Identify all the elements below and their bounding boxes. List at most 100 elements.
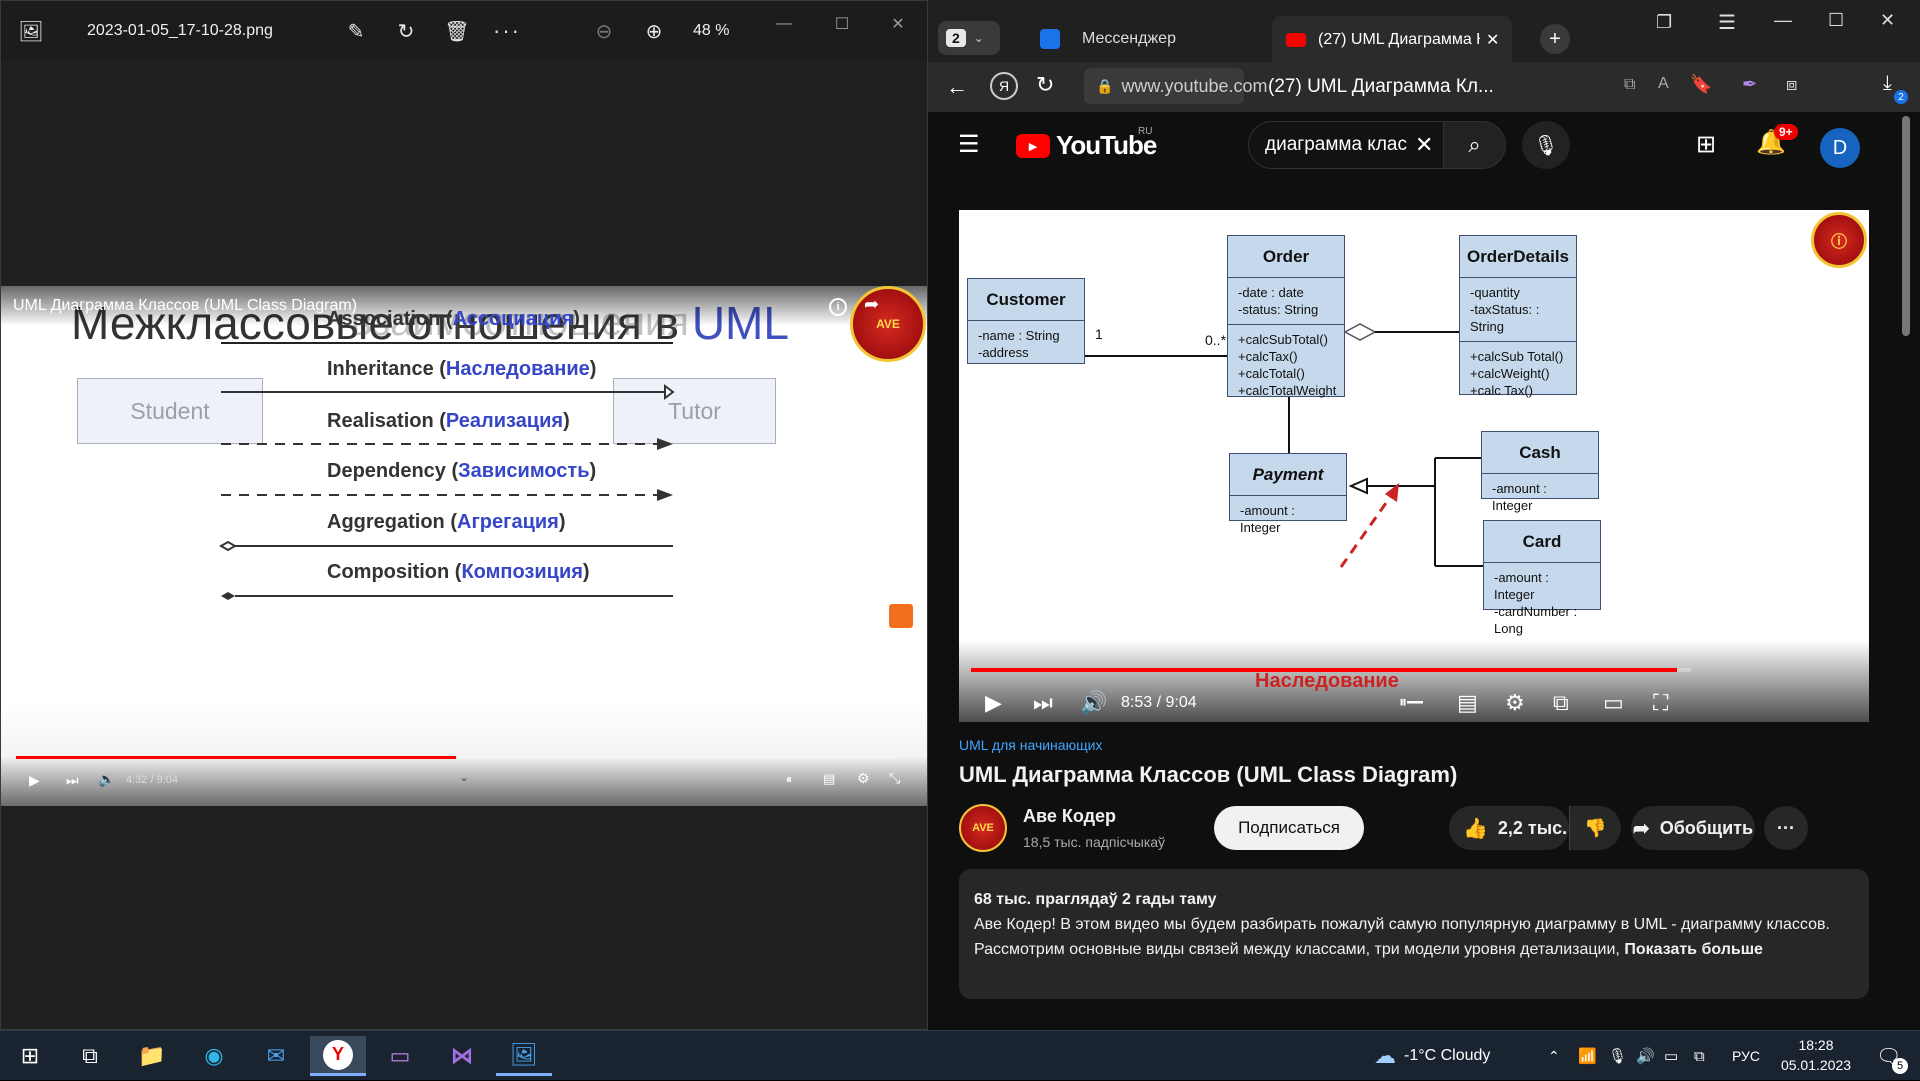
channel-avatar[interactable]: AVE: [959, 804, 1007, 852]
task-view-icon[interactable]: ⧉: [62, 1036, 118, 1076]
more-actions-button[interactable]: ···: [1764, 806, 1808, 850]
language-indicator[interactable]: РУС: [1732, 1031, 1760, 1081]
channel-watermark-icon: [889, 604, 913, 628]
tab-messenger[interactable]: Мессенджер: [1026, 16, 1186, 62]
thumbs-up-icon: 👍: [1463, 817, 1488, 840]
edge-icon[interactable]: ◉: [186, 1036, 242, 1076]
close-button[interactable]: ✕: [1880, 10, 1895, 31]
left-play-icon[interactable]: ▶: [29, 772, 40, 789]
youtube-header: ☰ ▶ YouTube RU диаграмма клас ✕ ⌕ 🎙 ⊞ 🔔 …: [928, 112, 1920, 180]
photos-taskbar-icon[interactable]: 🖼: [496, 1036, 552, 1076]
tab-close-icon[interactable]: ✕: [1486, 30, 1499, 50]
minimize-button[interactable]: —: [1774, 10, 1792, 31]
minimize-button[interactable]: —: [761, 9, 807, 39]
menu-icon[interactable]: ☰: [1718, 10, 1736, 35]
clock[interactable]: 18:28 05.01.2023: [1776, 1037, 1856, 1073]
theater-mode-icon[interactable]: ▭: [1603, 690, 1624, 716]
maximize-button[interactable]: ☐: [819, 9, 865, 39]
tray-overflow-icon[interactable]: ⌃: [1548, 1031, 1560, 1081]
search-input[interactable]: диаграмма клас ✕: [1248, 121, 1444, 169]
zoom-in-icon[interactable]: ⊕: [634, 11, 674, 51]
weather-widget[interactable]: ☁ -1°C Cloudy: [1374, 1031, 1490, 1081]
description-line-1: Аве Кодер! В этом видео мы будем разбира…: [974, 916, 1830, 933]
settings-icon[interactable]: ⚙: [1505, 690, 1525, 716]
dislike-button[interactable]: 👎: [1569, 806, 1621, 850]
create-video-icon[interactable]: ⊞: [1696, 130, 1716, 159]
fullscreen-icon[interactable]: ⛶: [1653, 690, 1668, 716]
share-button[interactable]: ➦ Обобщить: [1631, 806, 1755, 850]
new-tab-button[interactable]: +: [1540, 24, 1570, 54]
like-button[interactable]: 👍 2,2 тыс.: [1449, 806, 1569, 850]
network-icon[interactable]: 📶: [1578, 1031, 1597, 1081]
zoom-level[interactable]: 48 %: [693, 22, 729, 40]
avatar[interactable]: D: [1820, 128, 1860, 168]
youtube-logo-icon[interactable]: ▶: [1016, 134, 1050, 158]
yandex-icon[interactable]: Я: [990, 72, 1018, 100]
delete-icon[interactable]: 🗑: [437, 11, 477, 51]
aggregation-diamond: [1343, 323, 1377, 341]
generalization-arrowhead: [1348, 477, 1368, 495]
page-scrollbar[interactable]: [1902, 116, 1910, 336]
multiplicity-right: 0..*: [1205, 332, 1227, 348]
mail-icon[interactable]: ✉: [248, 1036, 304, 1076]
back-icon[interactable]: ←: [946, 74, 968, 100]
translate-icon[interactable]: A: [1658, 75, 1669, 93]
left-progress-fill: [16, 756, 456, 759]
feather-icon[interactable]: ✒: [1742, 74, 1757, 95]
show-more-link[interactable]: Показать больше: [1624, 941, 1763, 958]
left-fullscreen-icon[interactable]: ⤡: [889, 770, 900, 787]
tab-group-button[interactable]: 2 ⌄: [938, 21, 1000, 55]
close-button[interactable]: ✕: [875, 9, 921, 39]
speaker-icon[interactable]: 🔊: [1636, 1031, 1655, 1081]
messenger-icon: [1040, 29, 1060, 49]
multiplicity-left: 1: [1095, 326, 1103, 342]
next-icon[interactable]: ⏭: [1033, 690, 1053, 716]
terminal-icon[interactable]: ▭: [372, 1036, 428, 1076]
lock-icon: 🔒: [1096, 77, 1114, 94]
battery-icon[interactable]: ▭: [1664, 1031, 1678, 1081]
left-volume-icon[interactable]: 🔊: [98, 771, 115, 788]
bookmark-icon[interactable]: 🔖: [1690, 74, 1712, 95]
tab-youtube[interactable]: (27) UML Диаграмма Кл ✕: [1272, 16, 1512, 64]
address-domain[interactable]: 🔒 www.youtube.com: [1084, 68, 1268, 104]
miniplayer-icon[interactable]: ⧉: [1553, 690, 1569, 716]
camera-icon[interactable]: ⧉: [1694, 1031, 1705, 1081]
maximize-button[interactable]: ☐: [1828, 10, 1844, 31]
voice-search-button[interactable]: 🎙: [1522, 121, 1570, 169]
extensions-icon[interactable]: ⧈: [1786, 74, 1797, 95]
play-icon[interactable]: ▶: [985, 690, 1002, 716]
photos-app-icon[interactable]: 🖼: [11, 11, 51, 51]
region-code: RU: [1138, 126, 1153, 137]
zoom-out-icon[interactable]: ⊖: [584, 11, 624, 51]
tab-label: (27) UML Диаграмма Кл: [1318, 31, 1480, 48]
visual-studio-icon[interactable]: ⋈: [434, 1036, 490, 1076]
video-player[interactable]: 1 0..* Customer -name : String -address O…: [959, 210, 1869, 722]
left-subtitles-icon[interactable]: ▤: [823, 771, 835, 787]
microphone-icon[interactable]: 🎙: [1608, 1031, 1627, 1081]
more-options-icon[interactable]: ···: [487, 11, 527, 51]
hamburger-menu-icon[interactable]: ☰: [958, 130, 980, 159]
downloads-icon[interactable]: ⤓: [1883, 72, 1892, 95]
taskbar: ⊞ ⧉ 📁 ◉ ✉ Y ▭ ⋈ 🖼 ☁ -1°C Cloudy ⌃ 📶 🎙 🔊 …: [0, 1030, 1920, 1080]
autoplay-toggle-icon[interactable]: ⏸━: [1399, 694, 1423, 712]
description-box[interactable]: 68 тыс. праглядаў 2 гады таму Аве Кодер!…: [959, 869, 1869, 999]
left-settings-icon[interactable]: ⚙: [857, 770, 870, 787]
volume-icon[interactable]: 🔊: [1080, 690, 1107, 716]
left-autoplay-icon[interactable]: ⏸: [786, 772, 792, 787]
collections-icon[interactable]: ❐: [1656, 12, 1672, 33]
yandex-browser-icon[interactable]: Y: [310, 1036, 366, 1076]
subscribe-button[interactable]: Подписаться: [1214, 806, 1364, 850]
reload-icon[interactable]: ↻: [1036, 72, 1054, 98]
left-next-icon[interactable]: ⏭: [66, 772, 79, 789]
subtitles-icon[interactable]: ▤: [1457, 690, 1478, 716]
hashtag-link[interactable]: UML для начинающих: [959, 737, 1102, 753]
clear-search-icon[interactable]: ✕: [1415, 132, 1433, 158]
edit-image-icon[interactable]: ✎: [336, 11, 376, 51]
start-icon[interactable]: ⊞: [2, 1036, 58, 1076]
rotate-icon[interactable]: ↻: [386, 11, 426, 51]
file-explorer-icon[interactable]: 📁: [124, 1036, 180, 1076]
share-page-icon[interactable]: ⧉: [1624, 76, 1635, 94]
search-button[interactable]: ⌕: [1444, 121, 1506, 169]
browser-window: 2 ⌄ Мессенджер (27) UML Диаграмма Кл ✕ +…: [928, 0, 1920, 1030]
channel-name[interactable]: Аве Кодер: [1023, 806, 1116, 827]
